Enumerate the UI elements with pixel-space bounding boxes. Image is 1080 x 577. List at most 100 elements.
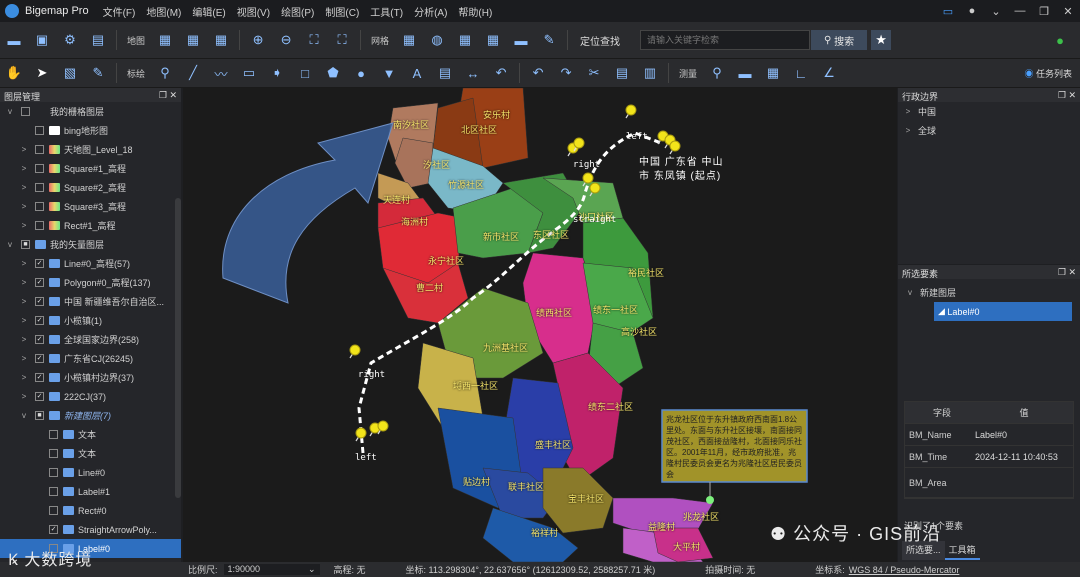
- layer-row[interactable]: > ✓ 中国 新疆维吾尔自治区...: [0, 292, 181, 311]
- chevron-right-icon[interactable]: >: [18, 392, 30, 401]
- layer-checkbox[interactable]: ✓: [35, 392, 44, 401]
- search-input[interactable]: [640, 30, 811, 50]
- layer-checkbox[interactable]: [49, 506, 58, 515]
- layer-row[interactable]: ✓ StraightArrowPoly...: [0, 520, 181, 539]
- selected-element[interactable]: ◢ Label#0: [934, 302, 1072, 321]
- task-list-button[interactable]: ◉ 任务列表: [1024, 67, 1072, 80]
- chevron-right-icon[interactable]: >: [18, 278, 30, 287]
- chevron-right-icon[interactable]: >: [18, 202, 30, 211]
- edit-icon[interactable]: ✎: [88, 63, 108, 83]
- chevron-down-icon[interactable]: ⌄: [984, 5, 1008, 18]
- map-source-icon[interactable]: ▦: [183, 30, 203, 50]
- pushpin-icon[interactable]: [349, 344, 361, 359]
- save-icon[interactable]: ▣: [32, 30, 52, 50]
- menu-view[interactable]: 视图(V): [237, 4, 270, 19]
- crs-value[interactable]: WGS 84 / Pseudo-Mercator: [849, 565, 960, 575]
- chevron-down-icon[interactable]: v: [904, 288, 916, 297]
- layer-checkbox[interactable]: ✓: [35, 373, 44, 382]
- list-icon[interactable]: ▤: [612, 63, 632, 83]
- menu-draw[interactable]: 绘图(P): [281, 4, 314, 19]
- undo-icon[interactable]: ↶: [528, 63, 548, 83]
- chevron-right-icon[interactable]: >: [18, 145, 30, 154]
- menu-map[interactable]: 地图(M): [146, 4, 181, 19]
- layer-row[interactable]: 文本: [0, 444, 181, 463]
- chevron-right-icon[interactable]: >: [902, 126, 914, 135]
- chevron-right-icon[interactable]: >: [18, 164, 30, 173]
- tab-toolbox[interactable]: 工具箱: [944, 541, 980, 560]
- menu-analysis[interactable]: 分析(A): [414, 4, 447, 19]
- fullscreen-icon[interactable]: ⛶: [332, 30, 352, 50]
- layer-row[interactable]: > ✓ 全球国家边界(258): [0, 330, 181, 349]
- selected-layer[interactable]: v 新建图层: [898, 283, 1080, 302]
- wechat-icon[interactable]: ●: [1050, 30, 1070, 50]
- menu-cartography[interactable]: 制图(C): [325, 4, 359, 19]
- grid-icon[interactable]: ▦: [483, 30, 503, 50]
- search-button[interactable]: ⚲ 搜索: [811, 30, 868, 50]
- grid-icon[interactable]: ▦: [455, 30, 475, 50]
- zoom-out-icon[interactable]: ⊖: [276, 30, 296, 50]
- pan-icon[interactable]: ✋: [4, 63, 24, 83]
- menu-help[interactable]: 帮助(H): [458, 4, 492, 19]
- field-value[interactable]: 2024-12-11 10:40:53: [975, 452, 1073, 462]
- zoom-extent-icon[interactable]: ⛶: [304, 30, 324, 50]
- layer-row[interactable]: > ✓ 222CJ(37): [0, 387, 181, 406]
- layer-row[interactable]: Label#1: [0, 482, 181, 501]
- ruler-icon[interactable]: ▬: [735, 63, 755, 83]
- locate-dropdown[interactable]: 定位查找: [580, 33, 640, 48]
- pushpin-icon[interactable]: [625, 104, 637, 119]
- pushpin-icon[interactable]: [377, 420, 389, 435]
- chevron-right-icon[interactable]: >: [18, 183, 30, 192]
- menu-tools[interactable]: 工具(T): [370, 4, 403, 19]
- layer-row[interactable]: > Rect#1_高程: [0, 216, 181, 235]
- map-source-icon[interactable]: ▦: [211, 30, 231, 50]
- grid-icon[interactable]: ▦: [399, 30, 419, 50]
- layer-checkbox[interactable]: ✓: [35, 259, 44, 268]
- area-icon[interactable]: ▦: [763, 63, 783, 83]
- layer-row[interactable]: > ✓ 小榄镇(1): [0, 311, 181, 330]
- square-icon[interactable]: □: [295, 63, 315, 83]
- star-icon[interactable]: ★: [871, 30, 892, 50]
- line-icon[interactable]: ╱: [183, 63, 203, 83]
- user-avatar-icon[interactable]: ●: [960, 5, 984, 17]
- chevron-right-icon[interactable]: >: [18, 373, 30, 382]
- chevron-right-icon[interactable]: >: [18, 221, 30, 230]
- measure-point-icon[interactable]: ⚲: [707, 63, 727, 83]
- polyline-icon[interactable]: 〰: [211, 63, 231, 83]
- chevron-right-icon[interactable]: >: [18, 316, 30, 325]
- layer-row[interactable]: > ✓ Polygon#0_高程(137): [0, 273, 181, 292]
- document-icon[interactable]: ▥: [640, 63, 660, 83]
- panel-close-icon[interactable]: ❐ ✕: [1058, 90, 1076, 100]
- layer-row[interactable]: Line#0: [0, 463, 181, 482]
- menu-edit[interactable]: 编辑(E): [192, 4, 225, 19]
- restore-icon[interactable]: ❐: [1032, 5, 1056, 18]
- minimize-icon[interactable]: —: [1008, 5, 1032, 17]
- globe-icon[interactable]: ◍: [427, 30, 447, 50]
- admin-item-china[interactable]: > 中国: [898, 102, 1080, 121]
- layer-checkbox[interactable]: [49, 487, 58, 496]
- layer-checkbox[interactable]: [35, 126, 44, 135]
- circle-icon[interactable]: ●: [351, 63, 371, 83]
- map-source-icon[interactable]: ▦: [155, 30, 175, 50]
- layer-checkbox[interactable]: ✓: [35, 316, 44, 325]
- layer-checkbox[interactable]: ✓: [49, 525, 58, 534]
- layer-row[interactable]: bing地形图: [0, 121, 181, 140]
- chevron-down-icon[interactable]: v: [4, 107, 16, 116]
- chevron-down-icon[interactable]: v: [4, 240, 16, 249]
- pushpin-icon[interactable]: [669, 140, 681, 155]
- scrollbar[interactable]: [175, 198, 181, 498]
- layer-row[interactable]: v ■ 我的矢量图层: [0, 235, 181, 254]
- layer-row[interactable]: > Square#2_高程: [0, 178, 181, 197]
- panel-close-icon[interactable]: ❐ ✕: [1058, 267, 1076, 277]
- chevron-right-icon[interactable]: >: [18, 335, 30, 344]
- layer-checkbox[interactable]: ✓: [35, 335, 44, 344]
- folder-icon[interactable]: ▬: [511, 30, 531, 50]
- chevron-right-icon[interactable]: >: [18, 259, 30, 268]
- layer-checkbox[interactable]: ■: [35, 411, 44, 420]
- layer-row[interactable]: > ✓ 广东省CJ(26245): [0, 349, 181, 368]
- curve-arrow-icon[interactable]: ↶: [491, 63, 511, 83]
- open-folder-icon[interactable]: ▬: [4, 30, 24, 50]
- chevron-right-icon[interactable]: >: [902, 107, 914, 116]
- brush-icon[interactable]: ✎: [539, 30, 559, 50]
- layer-row[interactable]: > ✓ 小榄镇村边界(37): [0, 368, 181, 387]
- close-icon[interactable]: ✕: [1056, 5, 1080, 18]
